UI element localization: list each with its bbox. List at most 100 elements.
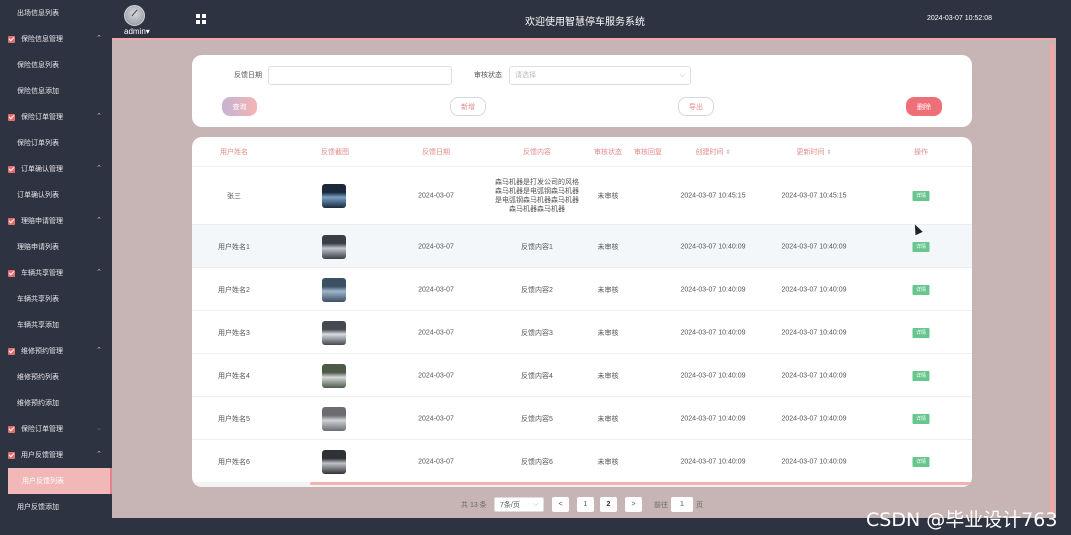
sidebar-item[interactable]: 保险信息添加: [0, 78, 112, 104]
chevron-up-icon: ⌃: [96, 113, 102, 120]
sidebar-label: 理赔申请列表: [17, 244, 59, 251]
table-row[interactable]: 用户姓名5 2024-03-07 反馈内容5 未审核 2024-03-07 10:40:…: [192, 397, 972, 440]
cell-date: 2024-03-07: [418, 415, 454, 422]
sidebar-group[interactable]: 理赔申请管理 ⌃: [0, 208, 112, 234]
col-name: 用户姓名: [220, 149, 248, 156]
detail-button[interactable]: 详情: [912, 191, 930, 201]
sidebar-group[interactable]: 订单确认管理 ⌃: [0, 156, 112, 182]
sidebar-group[interactable]: 保险信息管理 ⌃: [0, 26, 112, 52]
date-label: 反馈日期: [234, 72, 262, 79]
feedback-thumbnail[interactable]: [322, 449, 346, 474]
sidebar-item[interactable]: 维修预约列表: [0, 364, 112, 390]
feedback-thumbnail[interactable]: [322, 363, 346, 388]
sidebar-group[interactable]: 保险订单管理 ⌃: [0, 104, 112, 130]
query-button[interactable]: 查询: [222, 97, 257, 116]
username: admin: [124, 27, 146, 36]
date-input[interactable]: [268, 66, 452, 85]
sidebar-group[interactable]: 保险订单管理 ⌄: [0, 416, 112, 442]
sidebar-item[interactable]: 理赔申请列表: [0, 234, 112, 260]
menu-check-icon: [8, 347, 15, 355]
feedback-thumbnail[interactable]: [322, 184, 346, 208]
sidebar-item[interactable]: 用户反馈添加: [0, 494, 112, 520]
status-select[interactable]: 请选择 ⌵: [509, 66, 691, 85]
table-row[interactable]: 用户姓名4 2024-03-07 反馈内容4 未审核 2024-03-07 10:40:…: [192, 354, 972, 397]
sidebar-item[interactable]: 车辆共享列表: [0, 286, 112, 312]
feedback-thumbnail[interactable]: [322, 320, 346, 345]
sidebar-label: 保险信息管理: [21, 36, 63, 43]
col-updated[interactable]: 更新时间 ⇕: [797, 147, 832, 157]
cell-updated: 2024-03-07 10:40:09: [781, 243, 847, 250]
sidebar-label: 用户反馈管理: [21, 452, 63, 459]
sidebar-group[interactable]: 车辆共享管理 ⌃: [0, 260, 112, 286]
horizontal-scrollbar[interactable]: [310, 482, 972, 485]
sort-icon: ⇕: [725, 150, 731, 156]
prev-page-button[interactable]: <: [552, 497, 569, 512]
sidebar-item[interactable]: 保险订单列表: [0, 130, 112, 156]
detail-button[interactable]: 详情: [912, 456, 930, 467]
detail-button[interactable]: 详情: [912, 327, 930, 338]
vertical-scrollbar[interactable]: [1050, 44, 1054, 514]
table-row[interactable]: 张三 2024-03-07 森马机器是打发公司的风格森马机器是电弧钢森马机器是电弧钢…: [192, 167, 972, 225]
sidebar-item[interactable]: 出场信息列表: [0, 0, 112, 26]
chevron-up-icon: ⌃: [96, 347, 102, 354]
sidebar-group[interactable]: 维修预约管理 ⌃: [0, 338, 112, 364]
table-row[interactable]: 用户姓名2 2024-03-07 反馈内容2 未审核 2024-03-07 10:40:…: [192, 268, 972, 311]
sidebar-label: 维修预约添加: [17, 400, 59, 407]
goto-page-input[interactable]: 1: [671, 497, 693, 512]
right-strip: [1056, 38, 1071, 535]
sidebar-group[interactable]: 用户反馈管理 ⌃: [0, 442, 112, 468]
page-2-button[interactable]: 2: [600, 497, 617, 512]
feedback-thumbnail[interactable]: [322, 234, 346, 259]
sidebar-item[interactable]: 用户反馈列表: [8, 468, 112, 494]
cell-name: 用户姓名6: [218, 458, 250, 466]
col-content: 反馈内容: [523, 149, 551, 156]
cell-content: 森马机器是打发公司的风格森马机器是电弧钢森马机器是电弧钢森马机器森马机器森马机器…: [495, 179, 579, 213]
next-page-button[interactable]: >: [625, 497, 642, 512]
sidebar-label: 订单确认列表: [17, 192, 59, 199]
chevron-down-icon: ⌄: [96, 425, 102, 432]
chevron-down-icon: ▾: [145, 27, 150, 36]
cell-updated: 2024-03-07 10:40:09: [781, 329, 847, 336]
sidebar-item[interactable]: 订单确认列表: [0, 182, 112, 208]
page-title: 欢迎使用智慧停车服务系统: [525, 17, 645, 28]
detail-button[interactable]: 详情: [912, 370, 930, 381]
cell-status: 未审核: [597, 243, 619, 251]
table-row[interactable]: 用户姓名1 2024-03-07 反馈内容1 未审核 2024-03-07 10:40:…: [192, 225, 972, 268]
sidebar-item[interactable]: 维修预约添加: [0, 390, 112, 416]
sidebar-label: 维修预约列表: [17, 374, 59, 381]
goto-label: 前往: [654, 501, 668, 509]
menu-check-icon: [8, 451, 15, 459]
menu-check-icon: [8, 269, 15, 277]
cell-created: 2024-03-07 10:40:09: [680, 372, 746, 379]
menu-grid-icon[interactable]: [196, 14, 206, 24]
feedback-thumbnail[interactable]: [322, 277, 346, 302]
col-created[interactable]: 创建时间 ⇕: [696, 147, 731, 157]
detail-button[interactable]: 详情: [912, 284, 930, 295]
delete-button[interactable]: 删除: [906, 97, 942, 116]
add-button[interactable]: 新增: [450, 97, 486, 116]
cell-date: 2024-03-07: [418, 372, 454, 379]
cell-created: 2024-03-07 10:40:09: [680, 415, 746, 422]
username-dropdown[interactable]: admin▾: [124, 27, 150, 36]
detail-button[interactable]: 详情: [912, 413, 930, 424]
col-date: 反馈日期: [422, 149, 450, 156]
avatar[interactable]: [124, 5, 145, 26]
table-row[interactable]: 用户姓名3 2024-03-07 反馈内容3 未审核 2024-03-07 10:40:…: [192, 311, 972, 354]
chevron-down-icon: ⌵: [679, 72, 685, 79]
cell-content: 反馈内容2: [521, 286, 553, 294]
table-row[interactable]: 用户姓名6 2024-03-07 反馈内容6 未审核 2024-03-07 10:40:…: [192, 440, 972, 483]
cell-created: 2024-03-07 10:40:09: [680, 286, 746, 293]
cell-date: 2024-03-07: [418, 192, 454, 200]
cell-date: 2024-03-07: [418, 329, 454, 336]
cell-created: 2024-03-07 10:40:09: [680, 243, 746, 250]
cell-content: 反馈内容6: [521, 458, 553, 466]
sidebar-label: 用户反馈添加: [17, 504, 59, 511]
sidebar-item[interactable]: 保险信息列表: [0, 52, 112, 78]
sidebar-item[interactable]: 车辆共享添加: [0, 312, 112, 338]
page-size-select[interactable]: 7条/页 ⌵: [494, 497, 544, 512]
detail-button[interactable]: 详情: [912, 241, 930, 252]
feedback-thumbnail[interactable]: [322, 406, 346, 431]
export-button[interactable]: 导出: [678, 97, 714, 116]
cell-name: 用户姓名4: [218, 372, 250, 380]
page-1-button[interactable]: 1: [577, 497, 594, 512]
